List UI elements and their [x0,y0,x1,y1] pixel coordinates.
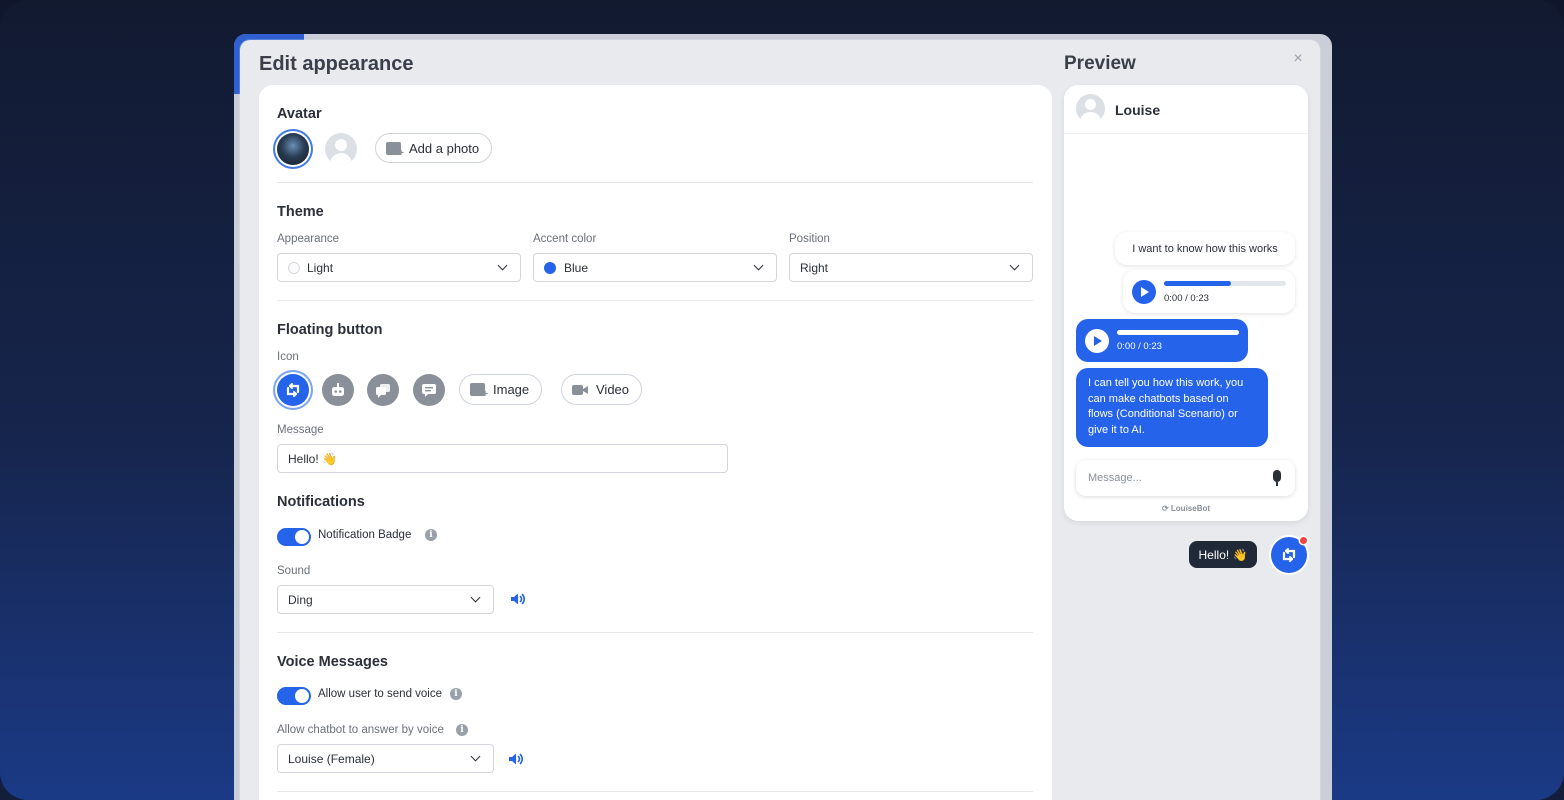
message-icon [422,384,436,397]
bot-audio-message: 0:00 / 0:23 [1076,319,1248,362]
audio-track[interactable] [1117,330,1239,335]
divider [277,791,1033,792]
add-image-icon [470,383,488,400]
notification-badge-toggle[interactable] [277,528,311,546]
position-value: Right [800,260,829,275]
accent-color-value: Blue [564,260,589,275]
modal-title: Edit appearance [259,53,414,75]
brand-footer: ⟳ LouiseBot [1064,504,1308,513]
avatar-photo-option[interactable] [277,133,309,165]
edit-appearance-modal: Edit appearance Preview × Avatar Add a p… [240,40,1320,800]
video-button-label: Video [596,382,630,397]
allow-user-voice-label: Allow user to send voice [318,688,443,700]
message-input[interactable]: Hello! 👋 [277,444,728,473]
info-icon[interactable]: i [425,529,437,541]
bot-voice-value: Louise (Female) [288,751,375,766]
user-message-bubble: I want to know how this works [1115,232,1295,265]
notification-badge-dot [1300,537,1307,544]
sound-select[interactable]: Ding [277,585,494,614]
allow-user-voice-toggle[interactable] [277,687,311,705]
sound-label: Sound [277,565,311,577]
position-label: Position [789,233,830,245]
brand-logo-icon: ⟳ [1161,504,1171,513]
user-audio-message: 0:00 / 0:23 [1123,270,1295,313]
add-photo-label: Add a photo [409,140,480,156]
bot-audio-time: 0:00 / 0:23 [1117,341,1162,352]
bot-name: Louise [1115,102,1161,118]
sound-value: Ding [288,592,313,607]
play-icon[interactable] [1085,329,1109,353]
greeting-tooltip: Hello! 👋 [1189,541,1257,568]
avatar-section-title: Avatar [277,106,322,122]
user-silhouette-icon [335,139,347,151]
preview-title: Preview [1064,53,1136,74]
appearance-select[interactable]: Light [277,253,521,282]
icon-label: Icon [277,351,299,363]
bot-voice-select[interactable]: Louise (Female) [277,744,494,773]
image-button-label: Image [493,382,530,397]
robot-icon-option[interactable] [322,374,354,406]
chat-preview-window: Louise I want to know how this works 0:0… [1064,85,1308,521]
message-label: Message [277,424,324,436]
audio-progress [1164,281,1231,286]
image-button[interactable]: Image [459,374,543,405]
close-icon[interactable]: × [1290,51,1306,67]
chevron-down-icon [753,260,764,271]
video-button[interactable]: Video [561,374,643,405]
chat-bubbles-icon [376,384,390,398]
notifications-section-title: Notifications [277,494,365,510]
chat-header: Louise [1064,85,1308,134]
notification-badge-label: Notification Badge [318,529,412,541]
chat-loop-icon-option[interactable] [277,374,309,406]
speaker-icon[interactable] [510,592,526,606]
play-icon[interactable] [1132,280,1156,304]
chevron-down-icon [497,260,508,271]
info-icon[interactable]: i [456,724,468,736]
bot-message-bubble: I can tell you how this work, you can ma… [1076,368,1268,447]
appearance-value: Light [307,260,334,275]
info-icon[interactable]: i [450,688,462,700]
add-video-icon [572,384,588,395]
brand-name: LouiseBot [1170,504,1211,513]
bot-voice-label: Allow chatbot to answer by voice [277,724,444,736]
settings-card: Avatar Add a photo Theme Appearance Acce… [259,85,1052,800]
chevron-down-icon [470,592,481,603]
user-audio-time: 0:00 / 0:23 [1164,293,1209,304]
accent-color-select[interactable]: Blue [533,253,777,282]
microphone-icon[interactable] [1273,470,1281,486]
chevron-down-icon [470,751,481,762]
light-swatch-icon [288,261,300,274]
divider [277,632,1033,633]
chat-loop-icon [1282,548,1296,562]
chat-bubbles-icon-option[interactable] [367,374,399,406]
blue-swatch-icon [544,261,556,274]
theme-section-title: Theme [277,204,324,220]
floating-button-section-title: Floating button [277,322,383,338]
add-photo-button[interactable]: Add a photo [375,133,493,163]
chat-input-placeholder: Message... [1088,472,1142,484]
divider [277,182,1033,183]
divider [277,300,1033,301]
voice-section-title: Voice Messages [277,654,388,670]
speaker-icon[interactable] [508,752,524,766]
accent-color-label: Accent color [533,233,597,245]
bot-avatar [1076,94,1105,123]
message-icon-option[interactable] [413,374,445,406]
avatar-default-option[interactable] [325,133,357,165]
chat-message-input[interactable]: Message... [1076,460,1295,496]
chevron-down-icon [1009,260,1020,271]
chat-loop-icon [286,383,300,397]
position-select[interactable]: Right [789,253,1033,282]
robot-icon [332,383,344,396]
appearance-label: Appearance [277,233,340,245]
add-image-icon [386,141,404,159]
